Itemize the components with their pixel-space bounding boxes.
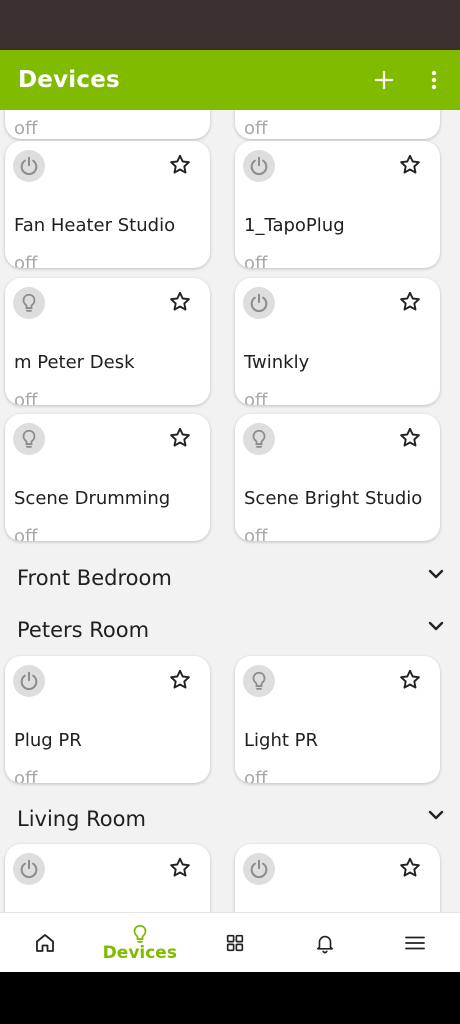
hamburger-menu-icon: [405, 936, 425, 949]
power-icon: [20, 671, 38, 691]
home-icon: [36, 933, 54, 952]
device-state: off: [14, 253, 38, 268]
device-card[interactable]: [235, 844, 440, 912]
device-power-toggle[interactable]: [243, 853, 275, 885]
nav-devices[interactable]: Devices: [90, 913, 189, 972]
device-card[interactable]: Twinkly off: [235, 278, 440, 405]
favorite-star-icon[interactable]: [398, 668, 422, 692]
power-icon: [20, 156, 38, 176]
device-card[interactable]: Plug PR off: [5, 656, 210, 783]
device-light-toggle[interactable]: [243, 423, 275, 455]
favorite-star-icon[interactable]: [398, 290, 422, 314]
device-card[interactable]: [5, 844, 210, 912]
device-name: 1_TapoPlug: [244, 215, 345, 236]
bulb-icon: [252, 671, 266, 690]
chevron-down-icon[interactable]: [426, 805, 446, 825]
device-power-toggle[interactable]: [13, 665, 45, 697]
device-card[interactable]: Fan Heater Studio off: [5, 141, 210, 268]
system-navigation-bar: [0, 972, 460, 1024]
device-name: Fan Heater Studio: [14, 215, 176, 236]
more-options-button[interactable]: [414, 60, 454, 100]
device-card[interactable]: Scene Bright Studio off: [235, 414, 440, 541]
bottom-navigation: Devices: [0, 912, 460, 972]
nav-devices-label: Devices: [102, 942, 177, 963]
device-light-toggle[interactable]: [13, 423, 45, 455]
device-name: m Peter Desk: [14, 352, 135, 373]
power-icon: [20, 859, 38, 879]
device-card[interactable]: off: [5, 110, 210, 139]
add-device-button[interactable]: [364, 60, 404, 100]
chevron-down-icon[interactable]: [426, 564, 446, 584]
grid-icon: [226, 934, 243, 951]
device-state: off: [244, 526, 268, 541]
bell-icon: [316, 935, 333, 953]
nav-home[interactable]: [0, 913, 90, 972]
bulb-icon: [22, 429, 36, 448]
device-state: off: [244, 253, 268, 268]
page-title: Devices: [18, 67, 120, 93]
device-state: off: [14, 390, 38, 405]
device-card[interactable]: off: [235, 110, 440, 139]
device-name: Plug PR: [14, 730, 82, 751]
power-icon: [250, 156, 268, 176]
section-header-living-room[interactable]: Living Room: [17, 807, 146, 831]
device-state: off: [14, 768, 38, 783]
device-name: Scene Drumming: [14, 488, 171, 509]
power-icon: [250, 859, 268, 879]
device-state: off: [14, 526, 38, 541]
nav-notifications[interactable]: [280, 913, 370, 972]
device-card[interactable]: Scene Drumming off: [5, 414, 210, 541]
section-header-front-bedroom[interactable]: Front Bedroom: [17, 566, 172, 590]
device-power-toggle[interactable]: [243, 287, 275, 319]
device-light-toggle[interactable]: [13, 287, 45, 319]
device-name: Twinkly: [244, 352, 310, 373]
section-header-peters-room[interactable]: Peters Room: [17, 618, 149, 642]
nav-dashboard[interactable]: [189, 913, 279, 972]
favorite-star-icon[interactable]: [168, 153, 192, 177]
device-list[interactable]: off off Fan Heater Studio off 1_TapoPlug…: [0, 110, 460, 912]
favorite-star-icon[interactable]: [398, 426, 422, 450]
app-bar: Devices: [0, 50, 460, 110]
favorite-star-icon[interactable]: [398, 856, 422, 880]
device-state: off: [14, 118, 38, 139]
device-state: off: [244, 768, 268, 783]
device-light-toggle[interactable]: [243, 665, 275, 697]
device-state: off: [244, 390, 268, 405]
device-card[interactable]: 1_TapoPlug off: [235, 141, 440, 268]
device-card[interactable]: Light PR off: [235, 656, 440, 783]
device-power-toggle[interactable]: [13, 150, 45, 182]
bulb-icon: [22, 293, 36, 312]
nav-menu[interactable]: [370, 913, 460, 972]
power-icon: [250, 293, 268, 313]
favorite-star-icon[interactable]: [168, 856, 192, 880]
favorite-star-icon[interactable]: [398, 153, 422, 177]
chevron-down-icon[interactable]: [426, 616, 446, 636]
plus-icon: [374, 70, 394, 90]
device-name: Light PR: [244, 730, 319, 751]
bulb-icon: [133, 924, 147, 943]
status-bar: [0, 0, 460, 50]
device-name: Scene Bright Studio: [244, 488, 423, 509]
favorite-star-icon[interactable]: [168, 290, 192, 314]
bulb-icon: [252, 429, 266, 448]
device-power-toggle[interactable]: [243, 150, 275, 182]
device-state: off: [244, 118, 268, 139]
favorite-star-icon[interactable]: [168, 668, 192, 692]
device-power-toggle[interactable]: [13, 853, 45, 885]
more-vertical-icon: [431, 70, 437, 90]
favorite-star-icon[interactable]: [168, 426, 192, 450]
device-card[interactable]: m Peter Desk off: [5, 278, 210, 405]
